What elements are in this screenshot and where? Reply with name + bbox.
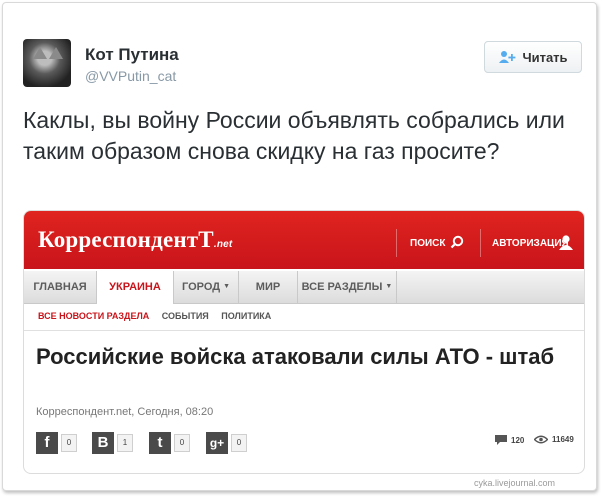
share-count: 1 <box>117 434 133 452</box>
news-logo-text: КорреспондентТ <box>38 227 214 252</box>
search-icon[interactable] <box>450 235 464 249</box>
nav-item-ukraine[interactable]: УКРАИНА <box>97 271 174 304</box>
share-vkontakte[interactable]: В 1 <box>92 432 133 454</box>
header-divider <box>480 229 481 257</box>
facebook-icon: f <box>36 432 58 454</box>
follow-button[interactable]: Читать <box>484 41 582 73</box>
user-handle[interactable]: @VVPutin_cat <box>85 68 176 84</box>
googleplus-icon: g+ <box>206 432 228 454</box>
views-count-value: 11649 <box>552 435 574 444</box>
sub-nav-politics[interactable]: ПОЛИТИКА <box>221 311 271 321</box>
article-byline: Корреспондент.net, Сегодня, 08:20 <box>36 406 214 418</box>
divider <box>24 330 584 331</box>
tweet-text: Каклы, вы войну России объявлять собрали… <box>23 107 565 164</box>
share-count: 0 <box>174 434 190 452</box>
nav-item-city[interactable]: ГОРОД ▼ <box>174 271 239 303</box>
chevron-down-icon: ▼ <box>223 283 231 291</box>
main-nav: ГЛАВНАЯ УКРАИНА ГОРОД ▼ МИР ВСЕ РАЗДЕЛЫ ▼ <box>24 271 584 304</box>
sub-nav-events[interactable]: СОБЫТИЯ <box>162 311 209 321</box>
nav-item-world[interactable]: МИР <box>239 271 298 303</box>
nav-item-all-sections-label: ВСЕ РАЗДЕЛЫ <box>301 281 383 293</box>
search-link[interactable]: ПОИСК <box>410 238 445 249</box>
tweet-card: Кот Путина @VVPutin_cat Читать Каклы, вы… <box>2 2 597 491</box>
display-name[interactable]: Кот Путина <box>85 45 179 65</box>
chevron-down-icon: ▼ <box>385 283 393 291</box>
share-count: 0 <box>231 434 247 452</box>
news-logo[interactable]: КорреспондентТ.net <box>38 227 232 253</box>
share-twitter[interactable]: t 0 <box>149 432 190 454</box>
follow-button-label: Читать <box>522 49 568 65</box>
nav-item-all-sections[interactable]: ВСЕ РАЗДЕЛЫ ▼ <box>298 271 397 303</box>
views-count: 11649 <box>534 435 574 444</box>
share-facebook[interactable]: f 0 <box>36 432 77 454</box>
news-header: КорреспондентТ.net ПОИСК АВТОРИЗАЦИЯ <box>24 211 584 269</box>
share-googleplus[interactable]: g+ 0 <box>206 432 247 454</box>
comments-count[interactable]: 120 <box>495 435 524 445</box>
watermark: cyka.livejournal.com <box>474 478 556 488</box>
eye-icon <box>534 435 548 444</box>
avatar[interactable] <box>23 39 71 87</box>
nav-item-main[interactable]: ГЛАВНАЯ <box>24 271 97 303</box>
attached-image[interactable]: КорреспондентТ.net ПОИСК АВТОРИЗАЦИЯ ГЛА… <box>23 210 585 474</box>
comments-count-value: 120 <box>511 435 525 445</box>
comment-icon <box>495 435 507 445</box>
vkontakte-icon: В <box>92 432 114 454</box>
news-logo-suffix: .net <box>213 239 233 250</box>
nav-item-city-label: ГОРОД <box>181 281 221 293</box>
article-headline: Российские войска атаковали силы АТО - ш… <box>36 344 555 369</box>
follow-user-icon <box>499 51 516 63</box>
twitter-icon: t <box>149 432 171 454</box>
header-divider <box>396 229 397 257</box>
sub-nav-all-news[interactable]: ВСЕ НОВОСТИ РАЗДЕЛА <box>38 311 149 321</box>
share-count: 0 <box>61 434 77 452</box>
user-icon[interactable] <box>558 234 574 250</box>
sub-nav: ВСЕ НОВОСТИ РАЗДЕЛА СОБЫТИЯ ПОЛИТИКА <box>38 311 281 321</box>
